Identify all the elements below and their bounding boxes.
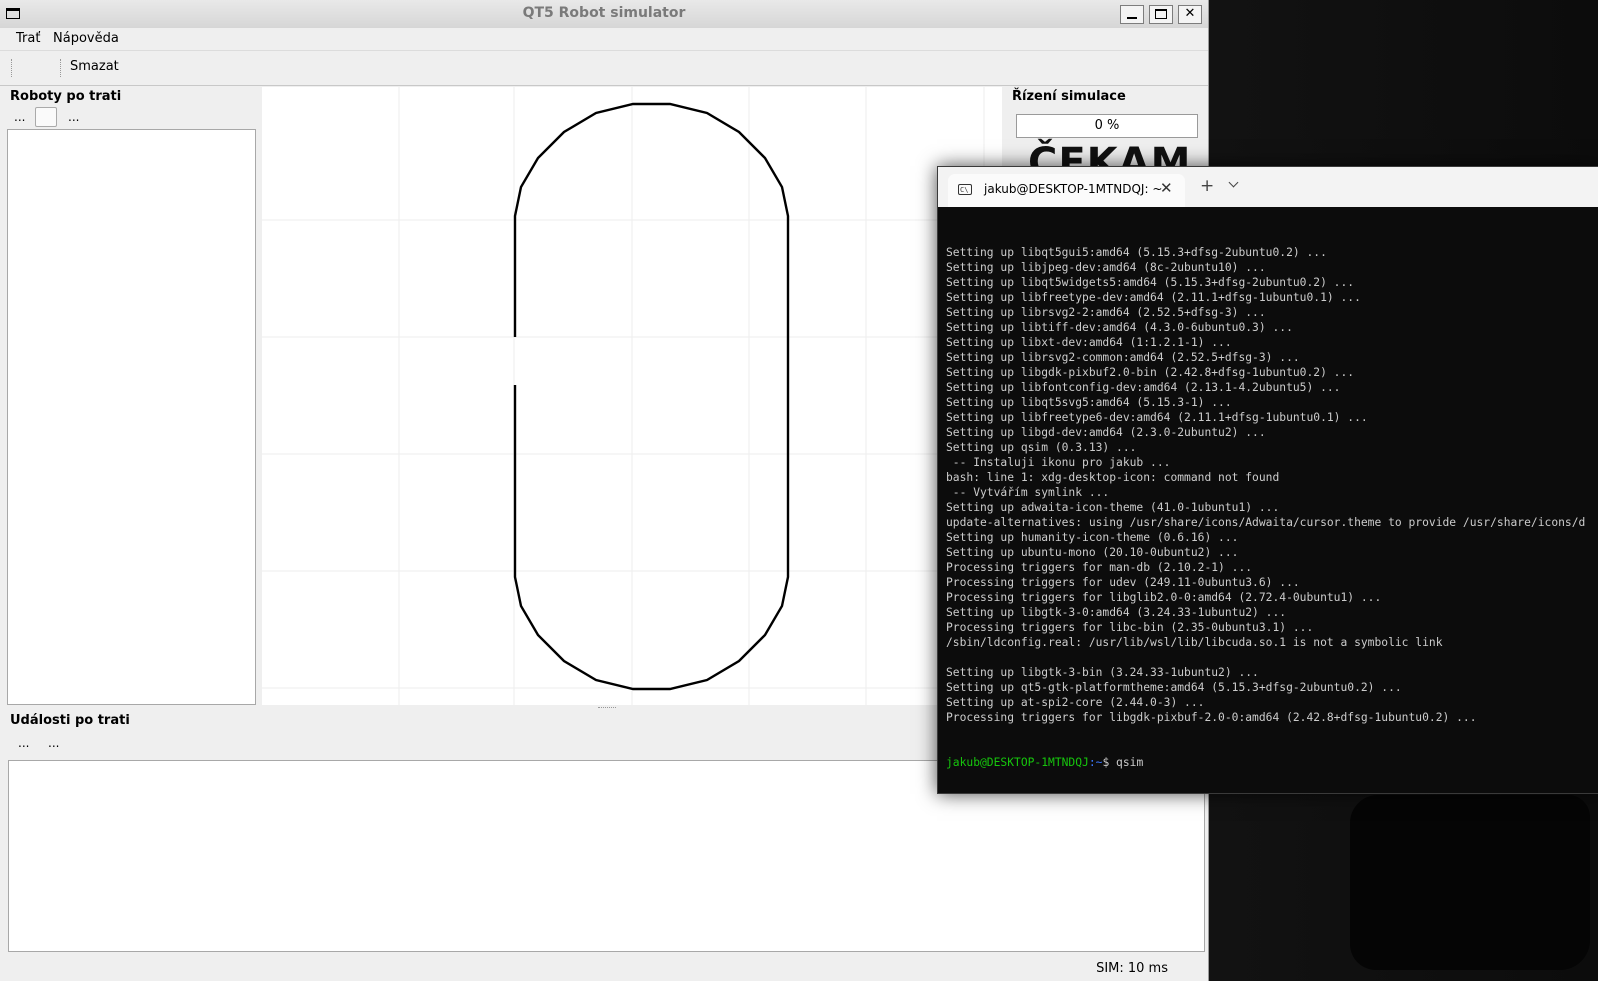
prompt-symbol: $ bbox=[1102, 756, 1117, 769]
terminal-line: Setting up qt5-gtk-platformtheme:amd64 (… bbox=[946, 681, 1402, 694]
terminal-line: Setting up libjpeg-dev:amd64 (8c-2ubuntu… bbox=[946, 261, 1266, 274]
terminal-line: Setting up qsim (0.3.13) ... bbox=[946, 441, 1137, 454]
status-bar: SIM: 10 ms bbox=[0, 956, 1208, 981]
tab-close-icon[interactable]: ✕ bbox=[1160, 179, 1173, 197]
terminal-icon: C\ bbox=[958, 184, 972, 195]
terminal-line: Setting up libxt-dev:amd64 (1:1.2.1-1) .… bbox=[946, 336, 1232, 349]
terminal-line: Setting up libfontconfig-dev:amd64 (2.13… bbox=[946, 381, 1341, 394]
track-drawing bbox=[262, 87, 1002, 705]
terminal-line: Processing triggers for libc-bin (2.35-0… bbox=[946, 621, 1314, 634]
chevron-down-icon[interactable] bbox=[1228, 177, 1239, 188]
terminal-line: Processing triggers for man-db (2.10.2-1… bbox=[946, 561, 1253, 574]
robots-dock-right-button[interactable]: ... bbox=[68, 110, 79, 124]
canvas-grid bbox=[262, 87, 1002, 705]
terminal-window[interactable]: C\ jakub@DESKTOP-1MTNDQJ: ~ ✕ + Setting … bbox=[937, 166, 1598, 794]
maximize-button[interactable] bbox=[1149, 5, 1173, 24]
terminal-line: bash: line 1: xdg-desktop-icon: command … bbox=[946, 471, 1280, 484]
terminal-line: Setting up libtiff-dev:amd64 (4.3.0-6ubu… bbox=[946, 321, 1293, 334]
prompt-command: qsim bbox=[1116, 756, 1144, 769]
menu-trat[interactable]: Trať bbox=[16, 31, 40, 46]
robots-dock-title: Roboty po trati bbox=[10, 89, 122, 104]
terminal-line: Setting up humanity-icon-theme (0.6.16) … bbox=[946, 531, 1239, 544]
track-canvas[interactable] bbox=[262, 87, 1002, 705]
terminal-line: Setting up libqt5svg5:amd64 (5.15.3-1) .… bbox=[946, 396, 1232, 409]
terminal-line: Setting up adwaita-icon-theme (41.0-1ubu… bbox=[946, 501, 1280, 514]
terminal-line: update-alternatives: using /usr/share/ic… bbox=[946, 516, 1586, 529]
terminal-line: Setting up libfreetype6-dev:amd64 (2.11.… bbox=[946, 411, 1368, 424]
terminal-line: Processing triggers for libglib2.0-0:amd… bbox=[946, 591, 1382, 604]
title-bar[interactable]: QT5 Robot simulator ✕ bbox=[0, 0, 1208, 29]
terminal-tab-title: jakub@DESKTOP-1MTNDQJ: ~ bbox=[984, 182, 1163, 196]
terminal-line: Processing triggers for udev (249.11-0ub… bbox=[946, 576, 1300, 589]
toolbar: Smazat bbox=[0, 50, 1208, 86]
toolbar-grip[interactable] bbox=[11, 59, 14, 77]
events-dock-left-button[interactable]: ... bbox=[18, 736, 29, 750]
terminal-line: Setting up librsvg2-common:amd64 (2.52.5… bbox=[946, 351, 1300, 364]
robots-dock-left-button[interactable]: ... bbox=[14, 110, 25, 124]
terminal-line: /sbin/ldconfig.real: /usr/lib/wsl/lib/li… bbox=[946, 636, 1443, 649]
clear-button[interactable]: Smazat bbox=[70, 59, 119, 74]
terminal-line: Setting up libqt5gui5:amd64 (5.15.3+dfsg… bbox=[946, 246, 1327, 259]
terminal-line: Setting up libgdk-pixbuf2.0-bin (2.42.8+… bbox=[946, 366, 1355, 379]
toolbar-separator bbox=[60, 59, 63, 77]
prompt-user: jakub@DESKTOP-1MTNDQJ bbox=[946, 756, 1089, 769]
menu-bar: Trať Nápověda bbox=[0, 28, 1208, 50]
terminal-line: Setting up ubuntu-mono (20.10-0ubuntu2) … bbox=[946, 546, 1239, 559]
minimize-button[interactable] bbox=[1120, 5, 1144, 24]
robots-list[interactable] bbox=[7, 129, 256, 705]
desktop-dark-shape bbox=[1350, 795, 1590, 970]
sim-status: SIM: 10 ms bbox=[1096, 961, 1168, 976]
prompt-path: :~ bbox=[1088, 756, 1103, 769]
robots-dock-box-button[interactable] bbox=[35, 107, 57, 127]
terminal-line: Setting up libgd-dev:amd64 (2.3.0-2ubunt… bbox=[946, 426, 1266, 439]
control-dock-title: Řízení simulace bbox=[1012, 89, 1126, 104]
oval-track bbox=[513, 102, 790, 691]
events-dock-right-button[interactable]: ... bbox=[48, 736, 59, 750]
terminal-line: -- Instaluji ikonu pro jakub ... bbox=[946, 456, 1171, 469]
terminal-lines: Setting up libqt5gui5:amd64 (5.15.3+dfsg… bbox=[946, 245, 1598, 725]
terminal-line: Setting up at-spi2-core (2.44.0-3) ... bbox=[946, 696, 1205, 709]
terminal-line: Setting up librsvg2-2:amd64 (2.52.5+dfsg… bbox=[946, 306, 1266, 319]
simulation-progress-bar: 0 % bbox=[1016, 114, 1198, 138]
terminal-tab-bar[interactable]: C\ jakub@DESKTOP-1MTNDQJ: ~ ✕ + bbox=[938, 167, 1598, 207]
terminal-tab[interactable]: C\ jakub@DESKTOP-1MTNDQJ: ~ ✕ bbox=[948, 174, 1185, 207]
close-button[interactable]: ✕ bbox=[1178, 5, 1202, 24]
terminal-prompt-line: jakub@DESKTOP-1MTNDQJ:~$ qsim bbox=[946, 755, 1598, 770]
terminal-line: Processing triggers for libgdk-pixbuf-2.… bbox=[946, 711, 1477, 724]
terminal-output[interactable]: Setting up libqt5gui5:amd64 (5.15.3+dfsg… bbox=[946, 215, 1598, 793]
terminal-line: -- Vytvářím symlink ... bbox=[946, 486, 1110, 499]
terminal-line: Setting up libfreetype-dev:amd64 (2.11.1… bbox=[946, 291, 1361, 304]
terminal-line: Setting up libqt5widgets5:amd64 (5.15.3+… bbox=[946, 276, 1355, 289]
terminal-line: Setting up libgtk-3-0:amd64 (3.24.33-1ub… bbox=[946, 606, 1287, 619]
menu-napoveda[interactable]: Nápověda bbox=[53, 31, 119, 46]
new-tab-button[interactable]: + bbox=[1200, 176, 1214, 196]
window-title: QT5 Robot simulator bbox=[522, 5, 686, 21]
terminal-line: Setting up libgtk-3-bin (3.24.33-1ubuntu… bbox=[946, 666, 1259, 679]
splitter-handle[interactable] bbox=[598, 707, 616, 710]
events-dock-title: Události po trati bbox=[10, 713, 130, 728]
